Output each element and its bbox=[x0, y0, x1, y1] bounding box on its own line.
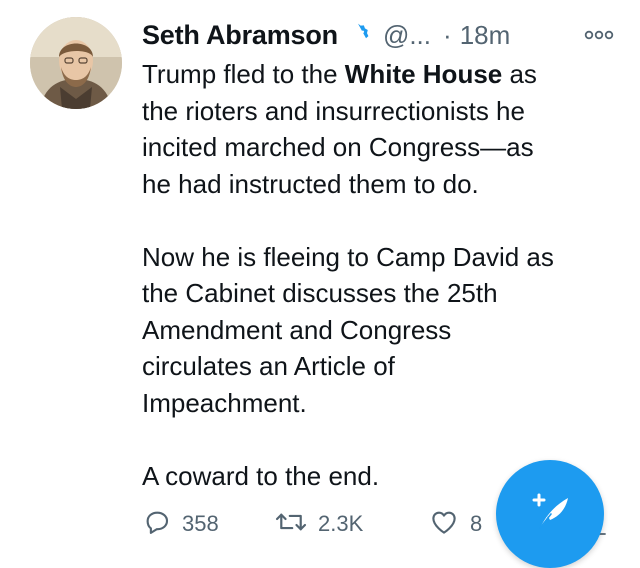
like-count: 8 bbox=[470, 511, 483, 536]
like-icon bbox=[428, 507, 460, 542]
bold-text: White House bbox=[344, 59, 503, 89]
reply-count: 358 bbox=[182, 511, 219, 536]
tweet-header: Seth Abramson @... · 18m bbox=[142, 18, 618, 52]
avatar[interactable] bbox=[30, 17, 122, 109]
tweet-paragraph-2: Now he is fleeing to Camp David as the C… bbox=[142, 239, 612, 422]
author-handle[interactable]: @... bbox=[383, 20, 431, 51]
tweet-text: Trump fled to the White House as the rio… bbox=[142, 56, 612, 494]
tweet-line: Trump fled to the White House as bbox=[142, 59, 537, 89]
author-name[interactable]: Seth Abramson bbox=[142, 20, 338, 51]
separator-dot: · bbox=[443, 19, 452, 50]
tweet-line: Now he is fleeing to Camp David as bbox=[142, 241, 554, 272]
reply-button[interactable]: 358 bbox=[142, 500, 219, 548]
tweet-line: incited marched on Congress—as bbox=[142, 132, 534, 162]
retweet-icon bbox=[274, 507, 308, 542]
retweet-count: 2.3K bbox=[318, 511, 364, 536]
tweet-paragraph-1: Trump fled to the White House as the rio… bbox=[142, 56, 612, 202]
tweet-line: circulates an Article of bbox=[142, 351, 395, 381]
reply-icon bbox=[142, 507, 172, 542]
retweet-button[interactable]: 2.3K bbox=[274, 500, 363, 548]
tweet-line: the Cabinet discusses the 25th bbox=[142, 278, 498, 308]
tweet-line: the rioters and insurrectionists he bbox=[142, 95, 525, 126]
tweet-line: Impeachment. bbox=[142, 387, 307, 418]
compose-tweet-icon bbox=[524, 486, 576, 543]
tweet-time[interactable]: 18m bbox=[460, 20, 511, 51]
compose-tweet-button[interactable] bbox=[496, 460, 604, 568]
tweet-line: he had instructed them to do. bbox=[142, 168, 479, 199]
more-options-icon[interactable] bbox=[584, 22, 614, 48]
tweet-line: Amendment and Congress bbox=[142, 314, 452, 345]
verified-badge-icon bbox=[345, 22, 371, 48]
like-button[interactable]: 8 bbox=[428, 500, 482, 548]
